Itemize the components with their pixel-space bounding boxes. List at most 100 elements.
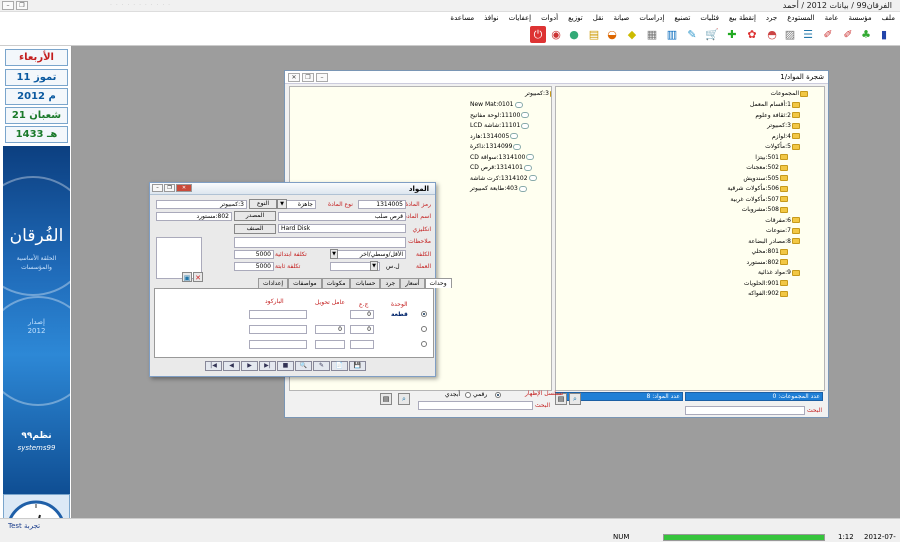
type-dropdown-icon[interactable]: ▼	[277, 199, 287, 209]
nav-button[interactable]: ◀	[223, 361, 240, 371]
help-icon[interactable]: ◉	[548, 26, 564, 43]
tree-subgroup[interactable]: 902:الفواكه	[748, 290, 788, 297]
code-input[interactable]: 1314005	[358, 200, 406, 209]
class-button[interactable]: الصنف	[234, 224, 276, 234]
menu-item[interactable]: إعفايات	[504, 12, 536, 24]
fixed-cost-input[interactable]: 5000	[234, 262, 274, 271]
menu-item[interactable]: مساعدة	[445, 12, 479, 24]
journal-icon[interactable]: ▥	[664, 26, 680, 43]
tree-subgroup[interactable]: 502:معجنات	[746, 164, 788, 171]
tab[interactable]: حسابات	[350, 278, 381, 288]
menu-item[interactable]: إنقطة بيع	[724, 12, 761, 24]
initial-cost-input[interactable]: 5000	[234, 250, 274, 259]
dialog-minimize-button[interactable]: –	[152, 184, 163, 192]
tree-icon[interactable]: ♣	[858, 26, 874, 43]
menu-item[interactable]: نقل	[588, 12, 609, 24]
tree-minimize-button[interactable]: –	[316, 73, 328, 82]
tree-root[interactable]: المجموعات	[771, 90, 808, 97]
cost-method-select[interactable]: الأقل/وسطي/آخر	[330, 250, 406, 259]
tab[interactable]: جرد	[380, 278, 401, 288]
conversion-input-2[interactable]: 0	[315, 325, 345, 334]
menu-item[interactable]: توزيع	[563, 12, 588, 24]
notes-input[interactable]	[234, 237, 406, 248]
tree-subgroup[interactable]: 901:الحلويات	[744, 280, 788, 287]
menu-item[interactable]: نوافذ	[479, 12, 504, 24]
menu-item[interactable]: جرد	[761, 12, 782, 24]
puzzle-icon[interactable]: ✚	[724, 26, 740, 43]
tree-subgroup[interactable]: 802:مستورد	[746, 259, 788, 266]
barcode-input-1[interactable]	[249, 310, 307, 319]
minimize-button[interactable]: –	[2, 1, 14, 10]
tree-group[interactable]: 2:ثقافة وعلوم	[755, 112, 800, 119]
restore-button[interactable]: ❐	[16, 1, 28, 10]
tree-subgroup[interactable]: 507:مأكولات غربية	[730, 196, 788, 203]
radio-alpha[interactable]	[465, 392, 471, 398]
items-root[interactable]: 3:كمبيوتر	[525, 90, 551, 97]
tool-icon[interactable]: ✐	[840, 26, 856, 43]
tree-group[interactable]: 6:مفرقات	[765, 217, 800, 224]
edit-icon[interactable]: ✎	[684, 26, 700, 43]
nav-button[interactable]: ▶|	[259, 361, 276, 371]
unit-radio-3[interactable]	[421, 341, 427, 347]
tree-group[interactable]: 4:لوازم	[772, 133, 800, 140]
items-search-input[interactable]	[418, 401, 533, 410]
factor-input-3[interactable]	[350, 340, 374, 349]
book-icon[interactable]: ▮	[876, 26, 892, 43]
tree-item[interactable]: 1314101:قرص CD	[470, 164, 532, 171]
cart-icon[interactable]: 🛒	[704, 26, 720, 43]
barcode-icon[interactable]: ▨	[782, 26, 798, 43]
items-search-button[interactable]: ⌕	[398, 393, 410, 405]
tree-subgroup[interactable]: 801:محلي	[751, 248, 788, 255]
car-icon[interactable]: ◓	[764, 26, 780, 43]
nav-button[interactable]: 🔍	[295, 361, 312, 371]
image-load-icon[interactable]: ▣	[182, 272, 192, 282]
menu-item[interactable]: أدوات	[536, 12, 563, 24]
conversion-input-3[interactable]	[315, 340, 345, 349]
tree-item[interactable]: 1314005:هارد	[470, 133, 519, 140]
tree-search-button[interactable]: ⌕	[569, 393, 581, 405]
menu-item[interactable]: مؤسسة	[843, 12, 876, 24]
nav-button[interactable]: ■	[277, 361, 294, 371]
menu-item[interactable]: المستودع	[782, 12, 819, 24]
unit-radio-1[interactable]	[421, 311, 427, 317]
cash-register-icon[interactable]: ▤	[586, 26, 602, 43]
tree-restore-button[interactable]: ❐	[302, 73, 314, 82]
printer-icon[interactable]: ▦	[644, 26, 660, 43]
currency-dropdown-icon[interactable]: ▼	[370, 261, 378, 271]
menu-item[interactable]: فئليات	[695, 12, 724, 24]
dialog-restore-button[interactable]: ❐	[164, 184, 175, 192]
kind-button[interactable]: النوع	[249, 199, 277, 209]
tree-close-button[interactable]: ✕	[288, 73, 300, 82]
pen-icon[interactable]: ✐	[820, 26, 836, 43]
tab[interactable]: وحدات	[424, 278, 452, 288]
menu-item[interactable]: عامة	[820, 12, 844, 24]
tree-item[interactable]: 1314102:كرت شاشة	[470, 175, 537, 182]
tree-group[interactable]: 5:مأكولات	[765, 143, 800, 150]
image-delete-icon[interactable]: ✕	[193, 272, 203, 282]
cost-dropdown-icon[interactable]: ▼	[330, 249, 338, 259]
tree-group[interactable]: 1:أقسام المعمل	[750, 101, 800, 108]
factor-input-2[interactable]: 0	[350, 325, 374, 334]
tab[interactable]: إعدادات	[258, 278, 289, 288]
menu-item[interactable]: إدراسات	[634, 12, 669, 24]
nav-button[interactable]: 💾	[349, 361, 366, 371]
tree-group[interactable]: 3:كمبيوتر	[767, 122, 800, 129]
items-print-button[interactable]: ▤	[380, 393, 392, 405]
tree-subgroup[interactable]: 501:بيتزا	[755, 154, 788, 161]
latin-name-input[interactable]: Hard Disk	[278, 224, 406, 233]
unit-radio-2[interactable]	[421, 326, 427, 332]
menu-item[interactable]: تصنيع	[669, 12, 695, 24]
truck-icon[interactable]: ◆	[624, 26, 640, 43]
list-icon[interactable]: ☰	[800, 26, 816, 43]
source-button[interactable]: المصدر	[234, 211, 276, 221]
factor-input-1[interactable]: 0	[350, 310, 374, 319]
radio-numeric[interactable]	[495, 392, 501, 398]
tree-subgroup[interactable]: 506:مأكولات شرقية	[727, 185, 788, 192]
nav-button[interactable]: 📄	[331, 361, 348, 371]
barcode-input-3[interactable]	[249, 340, 307, 349]
color-icon[interactable]: ●	[566, 26, 582, 43]
tab[interactable]: مكونات	[321, 278, 351, 288]
tree-item[interactable]: 0101:New Mat	[470, 101, 523, 108]
groups-search-input[interactable]	[685, 406, 805, 415]
exit-icon[interactable]: ⏻	[530, 26, 546, 43]
